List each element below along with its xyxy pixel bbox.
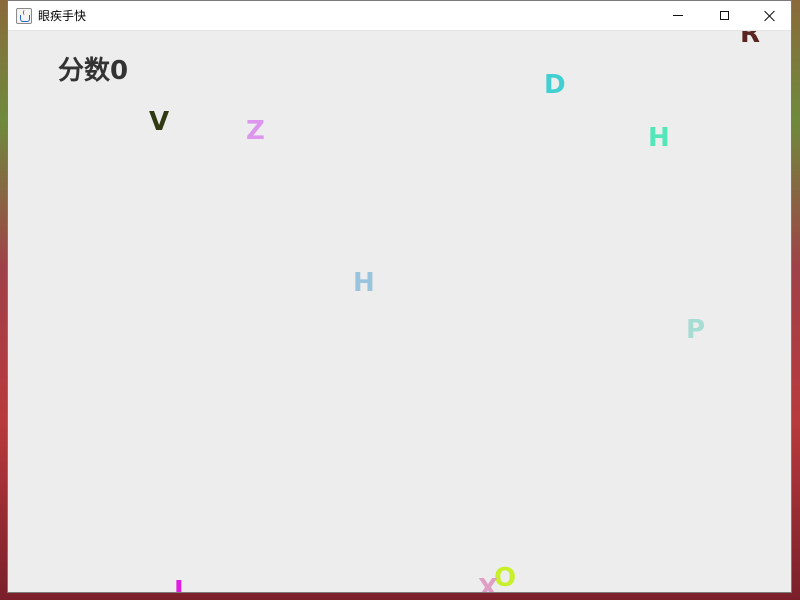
falling-letter: D xyxy=(544,70,566,100)
game-canvas[interactable]: 分数0 R D V Z H H P O X I xyxy=(8,31,791,593)
window-title: 眼疾手快 xyxy=(38,9,87,23)
minimize-icon xyxy=(673,15,683,16)
minimize-button[interactable] xyxy=(655,1,701,30)
falling-letter: V xyxy=(149,107,170,137)
game-window: 眼疾手快 分数0 R D V Z H H P O X I xyxy=(7,0,792,593)
falling-letter: P xyxy=(686,315,706,345)
java-cup-icon xyxy=(16,8,32,24)
falling-letter: X xyxy=(478,574,499,593)
close-icon xyxy=(764,10,776,22)
falling-letter: Z xyxy=(246,116,265,146)
title-bar[interactable]: 眼疾手快 xyxy=(8,1,791,31)
close-button[interactable] xyxy=(747,1,791,30)
falling-letter: R xyxy=(740,31,761,49)
falling-letter: I xyxy=(174,576,184,593)
maximize-button[interactable] xyxy=(701,1,747,30)
score-label: 分数0 xyxy=(58,56,129,86)
falling-letter: H xyxy=(353,268,375,298)
maximize-icon xyxy=(719,11,729,20)
falling-letter: H xyxy=(648,123,670,153)
